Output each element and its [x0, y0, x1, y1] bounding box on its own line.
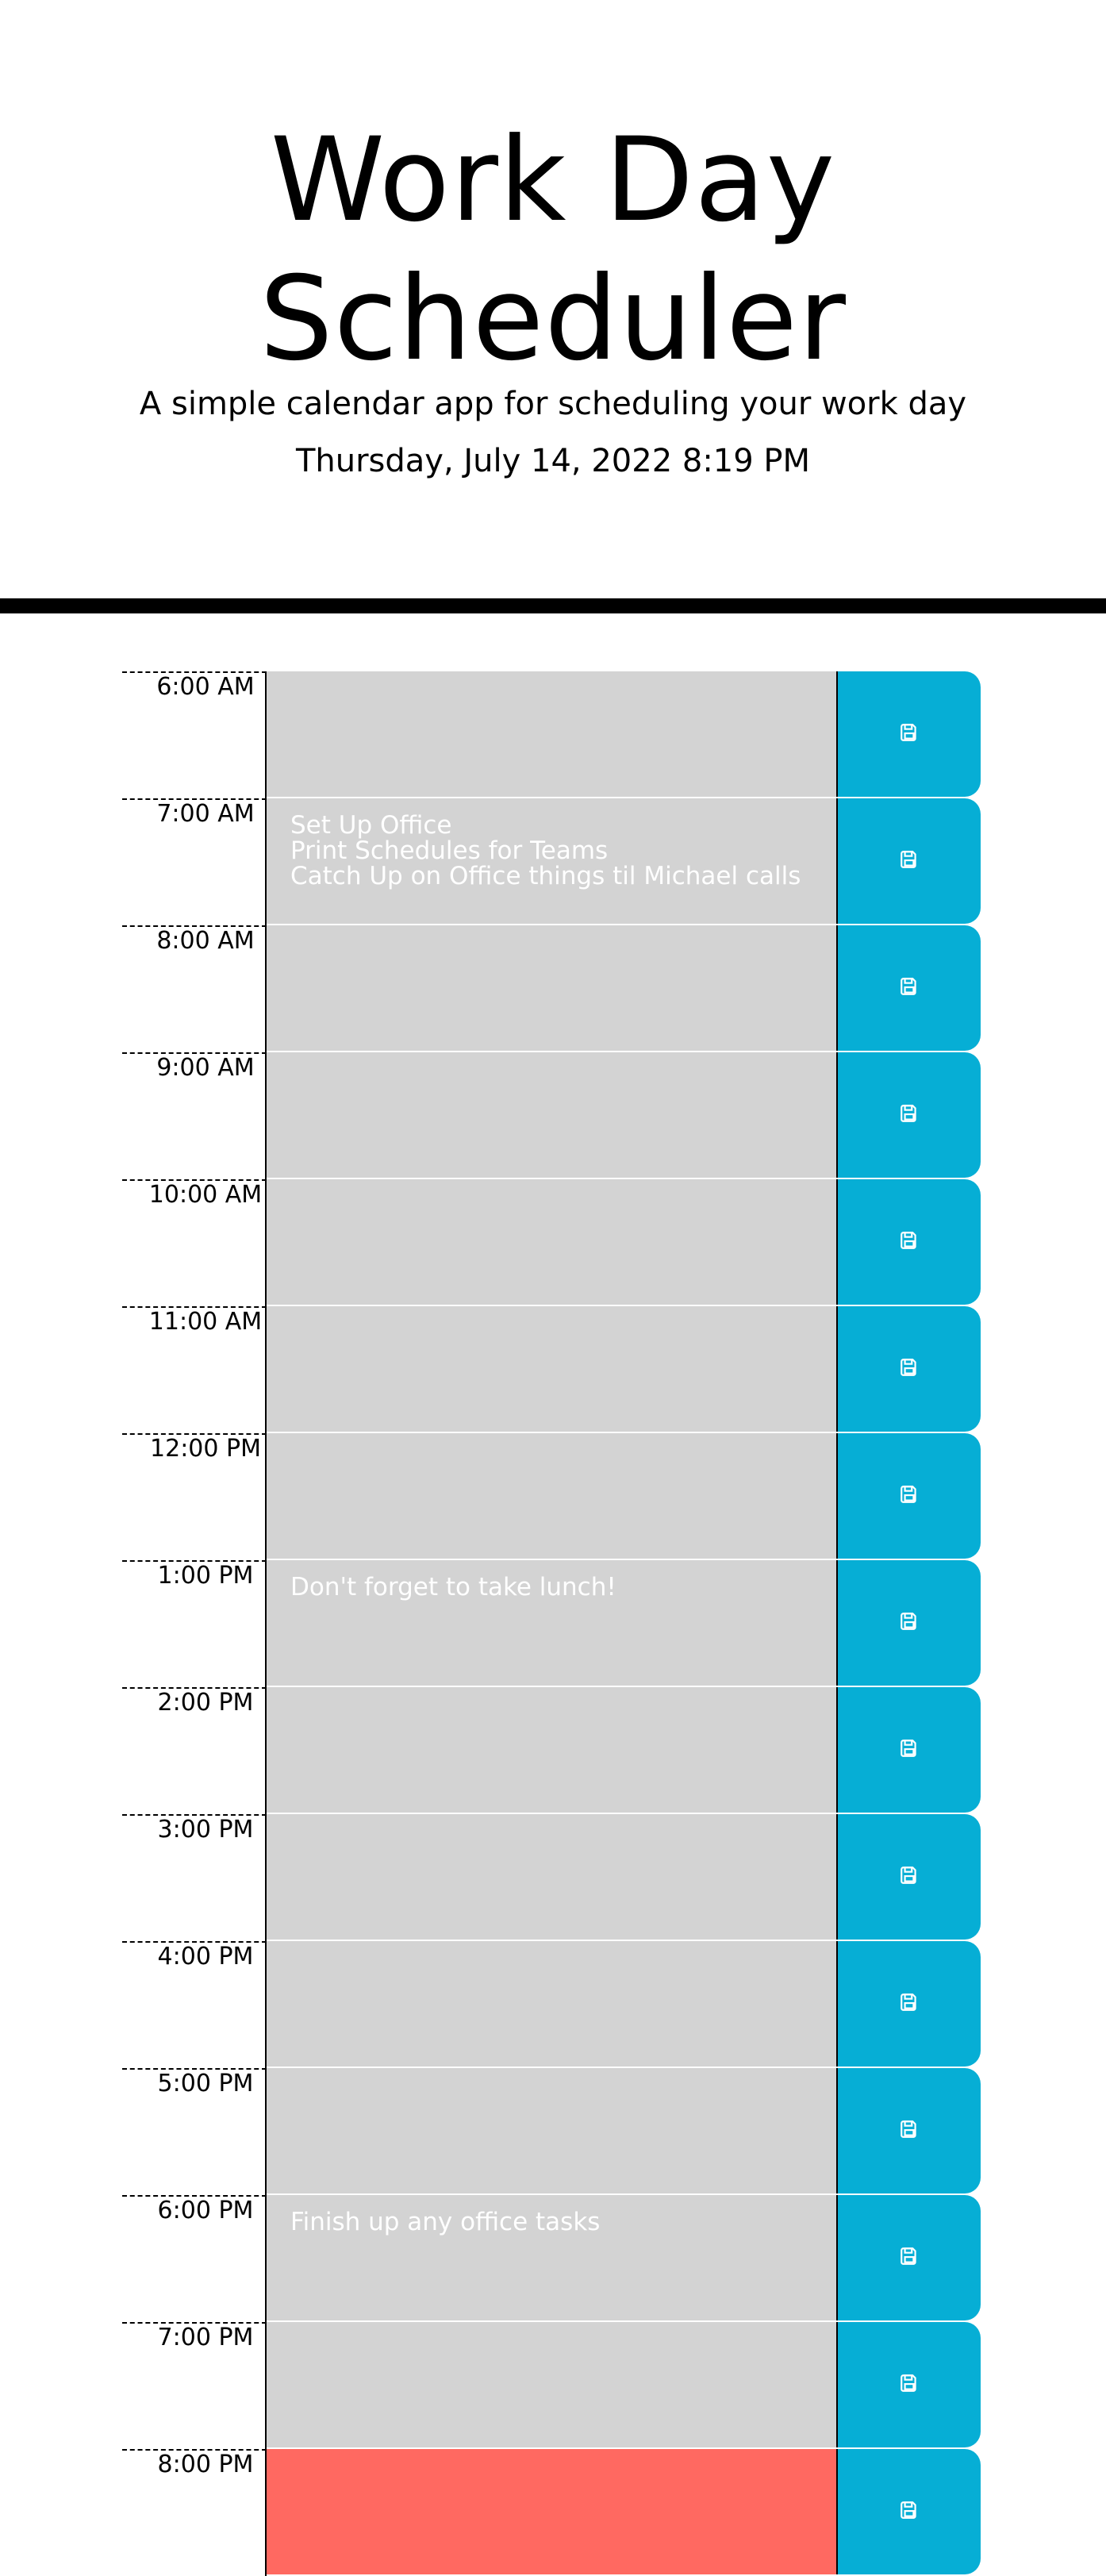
- hour-label: 12:00 PM: [122, 1433, 267, 1560]
- event-description-textarea[interactable]: [267, 2322, 836, 2449]
- floppy-disk-icon: [899, 1865, 920, 1889]
- time-block-row: 6:00 AM: [122, 671, 982, 798]
- save-button[interactable]: [836, 798, 981, 924]
- save-button[interactable]: [836, 1433, 981, 1559]
- floppy-disk-icon: [899, 849, 920, 873]
- hour-label: 9:00 AM: [122, 1052, 267, 1179]
- event-description-textarea[interactable]: [267, 1433, 836, 1560]
- save-button[interactable]: [836, 1306, 981, 1432]
- time-block-row: 7:00 AM Set Up Office Print Schedules for…: [122, 798, 982, 925]
- time-block-row: 10:00 AM: [122, 1179, 982, 1306]
- save-button[interactable]: [836, 1179, 981, 1305]
- hour-label: 5:00 PM: [122, 2068, 267, 2195]
- time-block-row: 8:00 AM: [122, 925, 982, 1052]
- floppy-disk-icon: [899, 1484, 920, 1508]
- time-block-row: 1:00 PM Don't forget to take lunch!: [122, 1560, 982, 1687]
- page-subtitle: A simple calendar app for scheduling you…: [139, 386, 967, 422]
- floppy-disk-icon: [899, 1738, 920, 1762]
- hour-label: 4:00 PM: [122, 1941, 267, 2068]
- save-button[interactable]: [836, 2195, 981, 2320]
- save-button[interactable]: [836, 2068, 981, 2193]
- floppy-disk-icon: [899, 1230, 920, 1254]
- floppy-disk-icon: [899, 976, 920, 1000]
- time-block-row: 5:00 PM: [122, 2068, 982, 2195]
- hour-label: 6:00 AM: [122, 671, 267, 798]
- event-description-textarea[interactable]: [267, 2449, 836, 2576]
- event-description-textarea[interactable]: Set Up Office Print Schedules for Teams …: [267, 798, 836, 925]
- time-block-row: 3:00 PM: [122, 1814, 982, 1941]
- time-block-row: 2:00 PM: [122, 1687, 982, 1814]
- floppy-disk-icon: [899, 1357, 920, 1381]
- hour-label: 2:00 PM: [122, 1687, 267, 1814]
- event-description-textarea[interactable]: [267, 1941, 836, 2068]
- time-block-row: 8:00 PM: [122, 2449, 982, 2576]
- hour-label: 10:00 AM: [122, 1179, 267, 1306]
- time-block-row: 9:00 AM: [122, 1052, 982, 1179]
- hour-label: 8:00 AM: [122, 925, 267, 1052]
- time-block-row: 11:00 AM: [122, 1306, 982, 1433]
- event-description-textarea[interactable]: [267, 671, 836, 798]
- floppy-disk-icon: [899, 2500, 920, 2524]
- floppy-disk-icon: [899, 1992, 920, 2016]
- event-description-textarea[interactable]: [267, 2068, 836, 2195]
- time-block-row: 4:00 PM: [122, 1941, 982, 2068]
- page-title: Work Day Scheduler: [259, 113, 847, 386]
- page-header: Work Day Scheduler A simple calendar app…: [0, 0, 1106, 613]
- current-day: Thursday, July 14, 2022 8:19 PM: [295, 443, 811, 479]
- event-description-textarea[interactable]: [267, 925, 836, 1052]
- schedule-container: 6:00 AM 7:00 AM Set Up Office Print Schedu…: [122, 671, 982, 2576]
- event-description-textarea[interactable]: [267, 1814, 836, 1941]
- save-button[interactable]: [836, 1687, 981, 1813]
- save-button[interactable]: [836, 1814, 981, 1940]
- event-description-textarea[interactable]: [267, 1687, 836, 1814]
- floppy-disk-icon: [899, 2119, 920, 2143]
- save-button[interactable]: [836, 1941, 981, 2067]
- event-description-textarea[interactable]: Finish up any office tasks: [267, 2195, 836, 2322]
- save-button[interactable]: [836, 925, 981, 1051]
- save-button[interactable]: [836, 1560, 981, 1686]
- event-description-textarea[interactable]: Don't forget to take lunch!: [267, 1560, 836, 1687]
- event-description-textarea[interactable]: [267, 1052, 836, 1179]
- time-block-row: 12:00 PM: [122, 1433, 982, 1560]
- event-description-textarea[interactable]: [267, 1306, 836, 1433]
- time-block-row: 7:00 PM: [122, 2322, 982, 2449]
- save-button[interactable]: [836, 2449, 981, 2574]
- floppy-disk-icon: [899, 2246, 920, 2270]
- floppy-disk-icon: [899, 2373, 920, 2397]
- hour-label: 11:00 AM: [122, 1306, 267, 1433]
- hour-label: 8:00 PM: [122, 2449, 267, 2576]
- save-button[interactable]: [836, 1052, 981, 1178]
- hour-label: 6:00 PM: [122, 2195, 267, 2322]
- hour-label: 7:00 AM: [122, 798, 267, 925]
- hour-label: 3:00 PM: [122, 1814, 267, 1941]
- floppy-disk-icon: [899, 1103, 920, 1127]
- floppy-disk-icon: [899, 1611, 920, 1635]
- event-description-textarea[interactable]: [267, 1179, 836, 1306]
- hour-label: 7:00 PM: [122, 2322, 267, 2449]
- time-block-row: 6:00 PM Finish up any office tasks: [122, 2195, 982, 2322]
- save-button[interactable]: [836, 671, 981, 797]
- hour-label: 1:00 PM: [122, 1560, 267, 1687]
- floppy-disk-icon: [899, 722, 920, 746]
- save-button[interactable]: [836, 2322, 981, 2447]
